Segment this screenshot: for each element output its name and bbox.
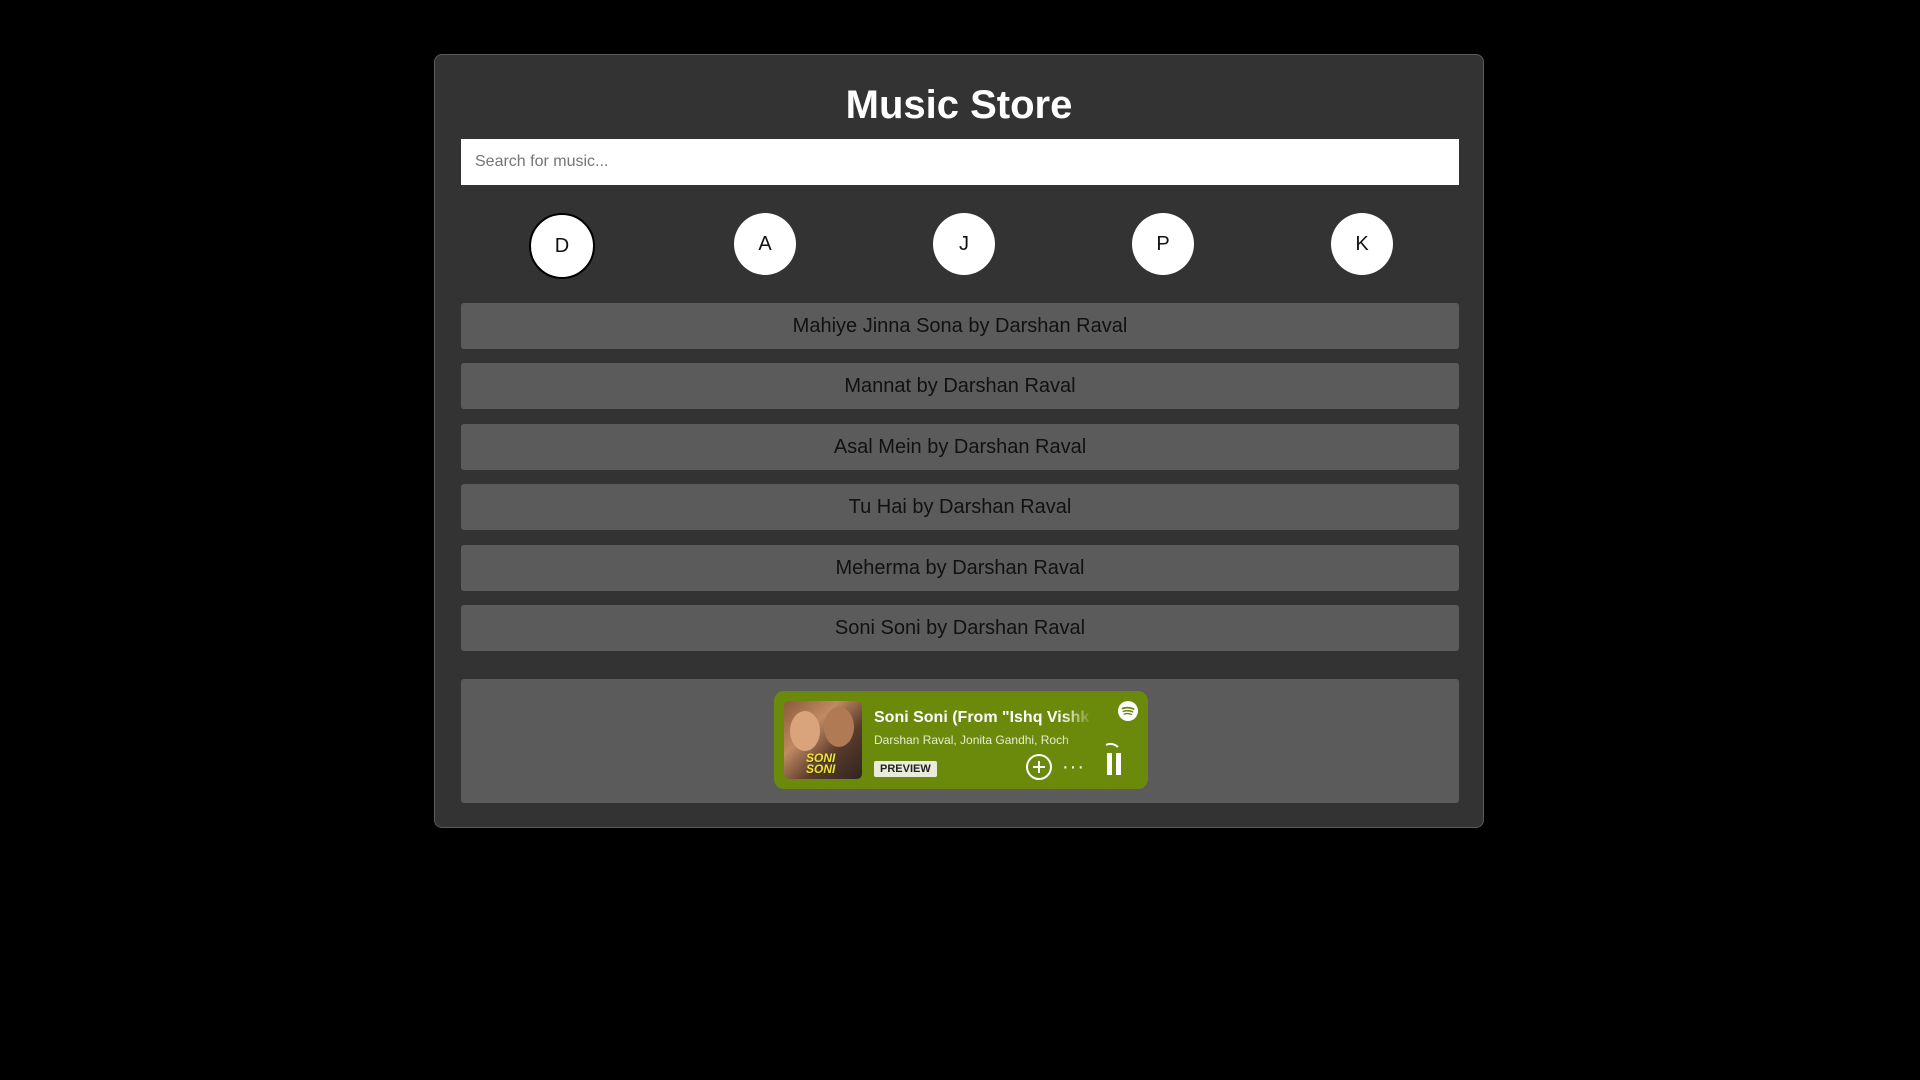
pause-icon[interactable]	[1100, 739, 1128, 779]
letter-button-j[interactable]: J	[933, 213, 995, 275]
song-item[interactable]: Mahiye Jinna Sona by Darshan Raval	[461, 303, 1459, 349]
letter-button-d[interactable]: D	[529, 213, 595, 279]
letter-button-p[interactable]: P	[1132, 213, 1194, 275]
spotify-embed-player: SONI SONI Soni Soni (From "Ishq Vishk Da…	[774, 691, 1148, 789]
song-item[interactable]: Meherma by Darshan Raval	[461, 545, 1459, 591]
letter-button-k[interactable]: K	[1331, 213, 1393, 275]
track-title[interactable]: Soni Soni (From "Ishq Vishk	[874, 709, 1094, 727]
player-panel: SONI SONI Soni Soni (From "Ishq Vishk Da…	[461, 679, 1459, 803]
song-item[interactable]: Soni Soni by Darshan Raval	[461, 605, 1459, 651]
album-cover[interactable]: SONI SONI	[784, 701, 862, 779]
artist-letter-filter: D A J P K	[461, 213, 1459, 279]
search-input[interactable]	[461, 139, 1459, 185]
cover-title-art: SONI SONI	[806, 751, 836, 776]
preview-badge: PREVIEW	[874, 761, 937, 777]
more-options-icon[interactable]: ···	[1062, 757, 1085, 777]
add-to-library-icon[interactable]	[1025, 753, 1053, 781]
track-artists[interactable]: Darshan Raval, Jonita Gandhi, Roch	[874, 733, 1094, 747]
letter-button-a[interactable]: A	[734, 213, 796, 275]
cover-figure	[790, 711, 820, 751]
spotify-icon[interactable]	[1118, 701, 1138, 721]
song-item[interactable]: Tu Hai by Darshan Raval	[461, 484, 1459, 530]
song-item[interactable]: Mannat by Darshan Raval	[461, 363, 1459, 409]
page-title: Music Store	[845, 83, 1073, 127]
cover-figure	[824, 707, 854, 747]
music-store-container: Music Store D A J P K Mahiye Jinna Sona …	[434, 54, 1484, 828]
song-item[interactable]: Asal Mein by Darshan Raval	[461, 424, 1459, 470]
